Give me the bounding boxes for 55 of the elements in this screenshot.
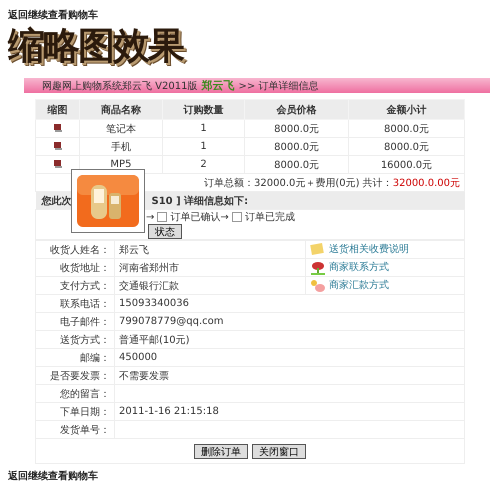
column-header: 订购数量	[162, 100, 245, 120]
column-header: 金额小计	[348, 100, 464, 120]
field-value: 普通平邮(10元)	[119, 334, 190, 346]
step-label: 订单已确认→	[170, 212, 229, 223]
field-value: 799078779@qq.com	[119, 316, 224, 327]
column-header: 缩图	[36, 100, 80, 120]
step-label: 订单已完成	[244, 212, 295, 223]
action-button[interactable]: 关闭窗口	[252, 444, 306, 458]
status-button[interactable]: 状态	[148, 224, 182, 239]
step-arrow: →	[146, 212, 154, 223]
table-cell: 1	[162, 138, 245, 156]
field-label: 收货地址：	[60, 262, 110, 274]
field-value: 450000	[119, 352, 158, 363]
field-label: 发货单号：	[60, 424, 110, 436]
action-button[interactable]: 删除订单	[194, 444, 248, 458]
table-cell: 8000.0元	[348, 120, 464, 138]
field-label: 邮编：	[80, 352, 110, 364]
field-label: 支付方式：	[60, 280, 110, 292]
table-cell: 1	[162, 120, 245, 138]
status-intro: 您此次	[42, 196, 72, 206]
field-label: 收货人姓名：	[50, 244, 110, 256]
grand-total: 共计：32000.0.00元	[362, 178, 460, 188]
field-label: 联系电话：	[60, 298, 110, 310]
field-value: 15093340036	[119, 298, 189, 309]
field-label: 送货方式：	[60, 334, 110, 346]
breadcrumb: >> 订单详细信息	[238, 80, 318, 92]
table-cell: 8000.0元	[244, 138, 348, 156]
table-cell: 8000.0元	[244, 156, 348, 174]
field-label: 您的留言：	[60, 388, 110, 400]
site-name: 网趣网上购物系统郑云飞 V2011版	[42, 80, 198, 92]
field-label: 是否要发票：	[50, 370, 110, 382]
status-detail: S10 ] 详细信息如下:	[152, 196, 248, 206]
field-value: 河南省郑州市	[119, 262, 179, 274]
back-link[interactable]: 返回继续查看购物车	[8, 8, 492, 22]
table-cell: 笔记本	[80, 120, 162, 138]
step-checkbox[interactable]	[232, 212, 242, 222]
column-header: 会员价格	[244, 100, 348, 120]
field-value: 2011-1-16 21:15:18	[119, 406, 219, 417]
field-value: 郑云飞	[119, 244, 149, 256]
field-label: 电子邮件：	[60, 316, 110, 328]
page-heading: 缩略图效果	[8, 22, 183, 68]
order-total: 订单总额：32000.0元＋费用(0元)	[204, 178, 360, 188]
back-link[interactable]: 返回继续查看购物车	[8, 471, 98, 482]
table-cell: 8000.0元	[348, 138, 464, 156]
column-header: 商品名称	[80, 100, 162, 120]
table-cell: 8000.0元	[244, 120, 348, 138]
field-value: 交通银行汇款	[119, 280, 179, 292]
step-checkbox[interactable]	[157, 212, 168, 222]
table-cell: 16000.0元	[348, 156, 464, 174]
field-value: 不需要发票	[119, 370, 169, 382]
note-icon	[310, 242, 326, 257]
field-label: 下单日期：	[60, 406, 110, 418]
user-name: 郑云飞	[201, 78, 234, 93]
table-cell: 2	[162, 156, 245, 174]
table-cell: 手机	[80, 138, 162, 156]
